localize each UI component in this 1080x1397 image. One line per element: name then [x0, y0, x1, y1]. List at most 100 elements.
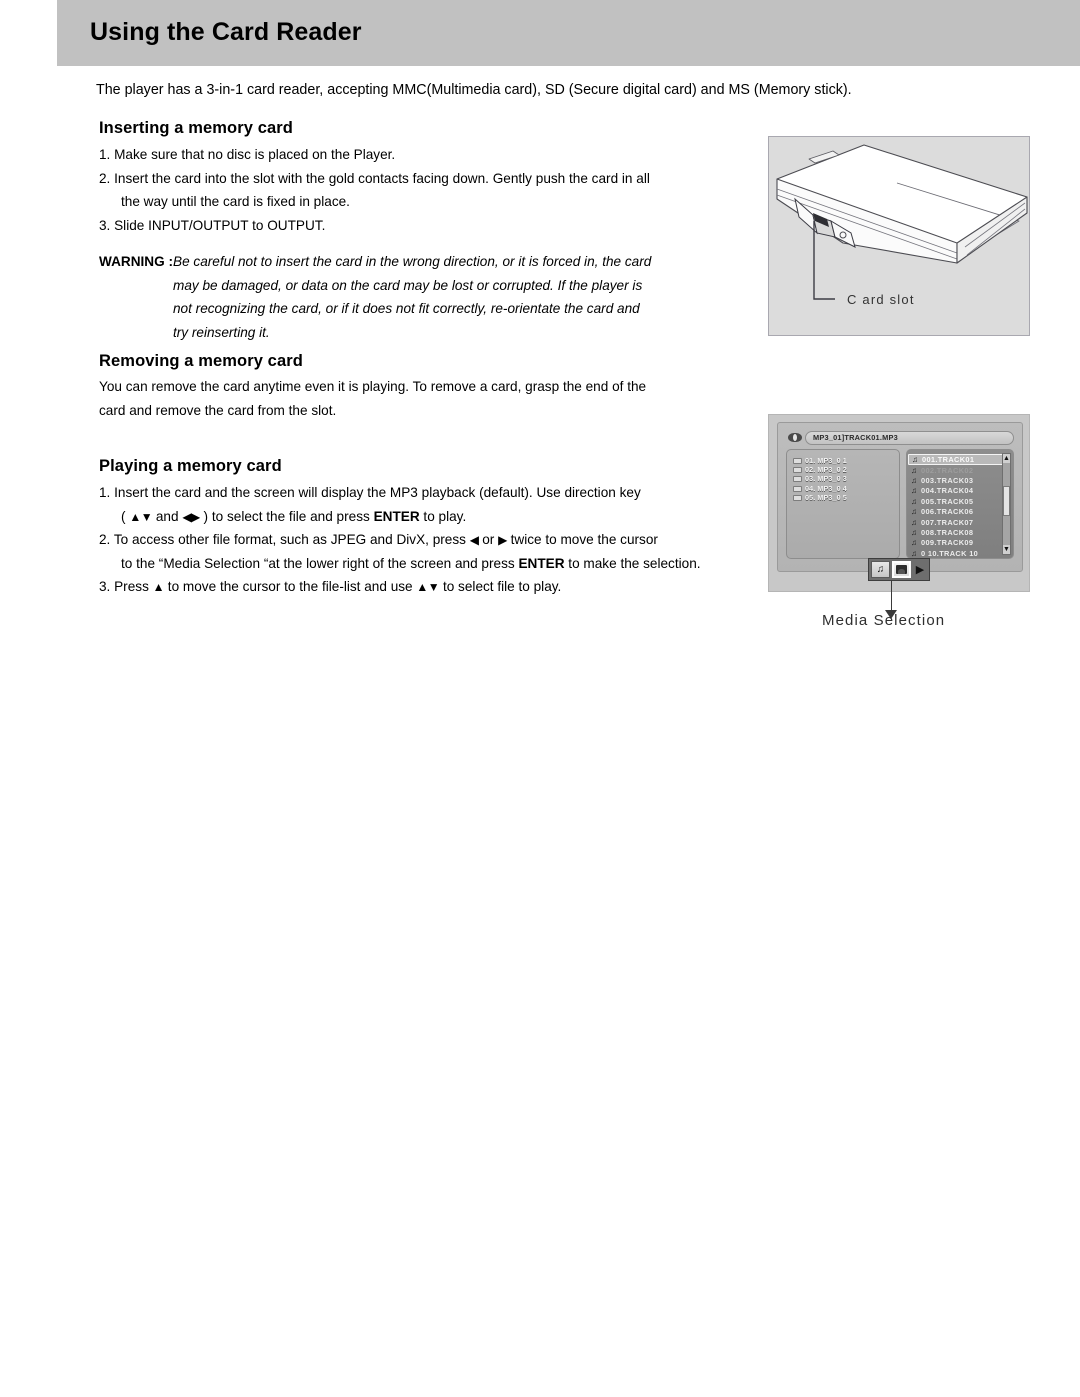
track-label: 004.TRACK04 [921, 486, 974, 496]
music-note-icon: ♫ [911, 538, 917, 548]
figure-caption-card-slot: C ard slot [847, 292, 915, 307]
vertical-scrollbar[interactable]: ▲ ▼ [1002, 453, 1011, 555]
page-title: Using the Card Reader [90, 18, 362, 46]
folder-label: 02. MP3_0 2 [805, 466, 847, 475]
osd-panes: 01. MP3_0 1 02. MP3_0 2 03. MP3_0 3 04. … [786, 449, 1014, 559]
table-row[interactable]: ♫ 007.TRACK07 [910, 517, 1011, 527]
scroll-down-arrow-icon[interactable]: ▼ [1003, 545, 1010, 554]
track-label: 007.TRACK07 [921, 517, 974, 527]
table-row[interactable]: ♫ 006.TRACK06 [910, 507, 1011, 517]
folder-icon [793, 467, 802, 474]
disc-icon [788, 433, 802, 442]
music-note-icon: ♫ [876, 564, 885, 575]
folder-icon [793, 495, 802, 502]
enter-key-label: ENTER [373, 508, 420, 524]
folder-label: 05. MP3_0 5 [805, 494, 847, 503]
text-fragment: to move the cursor to the file-list and … [164, 579, 417, 594]
list-item-continuation: ( ▲▼ and ◀▶ ) to select the file and pre… [99, 505, 701, 529]
left-right-arrow-icon: ◀▶ [182, 509, 200, 524]
scrollbar-thumb[interactable] [1003, 486, 1010, 516]
folder-label: 01. MP3_0 1 [805, 456, 847, 465]
warning-line: try reinserting it. [173, 325, 270, 341]
list-item[interactable]: 04. MP3_0 4 [793, 484, 895, 493]
list-item: 2. Insert the card into the slot with th… [99, 170, 650, 186]
paragraph-line: card and remove the card from the slot. [99, 402, 337, 418]
warning-line: not recognizing the card, or if it does … [173, 301, 640, 317]
folder-icon [793, 457, 802, 464]
table-row[interactable]: ♫ 008.TRACK08 [910, 527, 1011, 537]
osd-current-path: MP3_01]TRACK01.MP3 [805, 430, 1014, 445]
list-item: 3. Slide INPUT/OUTPUT to OUTPUT. [99, 217, 326, 233]
track-label: 0 10.TRACK 10 [921, 548, 979, 558]
figure-osd-screen: MP3_01]TRACK01.MP3 01. MP3_0 1 02. MP3_0… [768, 414, 1030, 592]
text-fragment: twice to move the cursor [506, 532, 658, 547]
callout-leader-line [891, 580, 892, 612]
enter-key-label: ENTER [518, 555, 565, 571]
heading-removing-a-memory-card: Removing a memory card [99, 352, 303, 370]
table-row[interactable]: ♫ 0 10.TRACK 10 [910, 548, 1011, 558]
media-button-music[interactable]: ♫ [871, 561, 890, 578]
folder-label: 04. MP3_0 4 [805, 484, 847, 493]
osd-title-bar: MP3_01]TRACK01.MP3 [788, 430, 1014, 445]
removing-paragraph: You can remove the card anytime even it … [99, 375, 646, 422]
table-row[interactable]: ♫ 001.TRACK01 [908, 454, 1011, 465]
table-row[interactable]: ♫ 004.TRACK04 [910, 486, 1011, 496]
right-arrow-icon: ▶ [498, 533, 507, 547]
media-selection-toolbar[interactable]: ♫ ▶ [868, 558, 930, 581]
folder-icon [793, 476, 802, 483]
list-item: 3. Press ▲ to move the cursor to the fil… [99, 575, 701, 599]
list-item: 2. To access other file format, such as … [99, 528, 701, 552]
warning-line: may be damaged, or data on the card may … [173, 277, 643, 293]
text-fragment: ) to select the file and press [199, 508, 374, 524]
up-down-arrow-icon: ▲▼ [129, 509, 153, 524]
track-label: 005.TRACK05 [921, 496, 974, 506]
inserting-steps-list: 1. Make sure that no disc is placed on t… [99, 143, 650, 237]
music-note-icon: ♫ [911, 507, 917, 517]
warning-first-line: WARNING :Be careful not to insert the ca… [99, 250, 651, 274]
text-fragment: and [152, 508, 183, 524]
list-item: 1. Insert the card and the screen will d… [99, 485, 641, 500]
music-note-icon: ♫ [911, 465, 917, 475]
osd-screen: MP3_01]TRACK01.MP3 01. MP3_0 1 02. MP3_0… [777, 422, 1023, 572]
folder-label: 03. MP3_0 3 [805, 475, 847, 484]
media-button-photo[interactable] [892, 561, 911, 578]
track-label: 006.TRACK06 [921, 507, 974, 517]
table-row[interactable]: ♫ 003.TRACK03 [910, 475, 1011, 485]
table-row[interactable]: ♫ 009.TRACK09 [910, 538, 1011, 548]
track-label: 003.TRACK03 [921, 476, 974, 486]
media-button-video[interactable]: ▶ [913, 561, 927, 578]
up-down-arrow-icon: ▲▼ [416, 580, 440, 594]
music-note-icon: ♫ [911, 548, 917, 558]
music-note-icon: ♫ [911, 476, 917, 486]
list-item[interactable]: 05. MP3_0 5 [793, 494, 895, 503]
track-label: 001.TRACK01 [922, 455, 975, 464]
list-item[interactable]: 02. MP3_0 2 [793, 465, 895, 474]
music-note-icon: ♫ [911, 486, 917, 496]
list-item[interactable]: 03. MP3_0 3 [793, 475, 895, 484]
text-fragment: to select file to play. [439, 579, 562, 594]
table-row[interactable]: ♫ 002.TRACK02 [910, 465, 1011, 475]
scroll-up-arrow-icon[interactable]: ▲ [1003, 454, 1010, 463]
warning-block: WARNING :Be careful not to insert the ca… [99, 250, 651, 345]
text-fragment: to make the selection. [564, 555, 701, 571]
osd-folder-list[interactable]: 01. MP3_0 1 02. MP3_0 2 03. MP3_0 3 04. … [786, 449, 900, 559]
list-item-continuation: to the “Media Selection “at the lower ri… [99, 552, 701, 576]
play-triangle-icon: ▶ [915, 564, 925, 576]
intro-paragraph: The player has a 3-in-1 card reader, acc… [96, 82, 852, 98]
text-fragment: or [478, 532, 499, 547]
track-label: 009.TRACK09 [921, 538, 974, 548]
list-item-continuation: the way until the card is fixed in place… [121, 194, 350, 209]
warning-line: Be careful not to insert the card in the… [173, 254, 652, 269]
table-row[interactable]: ♫ 005.TRACK05 [910, 496, 1011, 506]
osd-track-list[interactable]: ♫ 001.TRACK01 ♫ 002.TRACK02 ♫ 003.TRACK0… [906, 449, 1014, 559]
paragraph-line: You can remove the card anytime even it … [99, 379, 647, 394]
list-item[interactable]: 01. MP3_0 1 [793, 456, 895, 465]
page-header-band: Using the Card Reader [57, 0, 1080, 66]
figure-caption-media-selection: Media Selection [822, 612, 946, 629]
heading-inserting-a-memory-card: Inserting a memory card [99, 119, 293, 137]
photo-icon [896, 565, 907, 574]
text-fragment: 2. To access other file format, such as … [99, 532, 470, 547]
text-fragment: to play. [419, 508, 467, 524]
figure-card-slot: C ard slot [768, 136, 1030, 336]
document-page: Using the Card Reader The player has a 3… [0, 0, 1080, 1397]
